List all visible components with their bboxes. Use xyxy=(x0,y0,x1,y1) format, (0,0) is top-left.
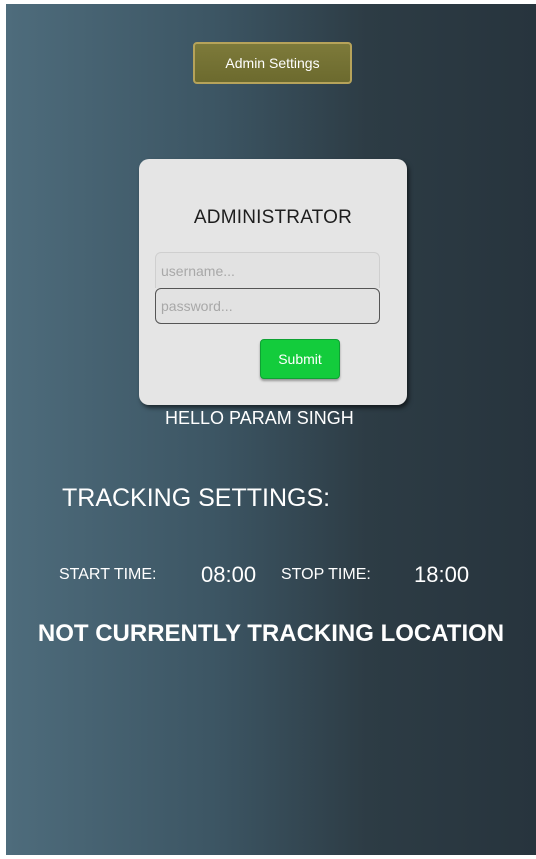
login-title: ADMINISTRATOR xyxy=(193,207,353,228)
admin-settings-button[interactable]: Admin Settings xyxy=(193,42,352,84)
stop-time-label: STOP TIME: xyxy=(281,566,371,583)
start-time-value[interactable]: 08:00 xyxy=(201,562,256,588)
greeting-text: HELLO PARAM SINGH xyxy=(165,408,354,428)
app-screen: Admin Settings ADMINISTRATOR Submit HELL… xyxy=(6,4,536,855)
username-input[interactable] xyxy=(155,252,380,288)
submit-button[interactable]: Submit xyxy=(260,339,340,379)
stop-time-value[interactable]: 18:00 xyxy=(414,562,469,588)
password-input[interactable] xyxy=(155,288,380,324)
tracking-status-text: NOT CURRENTLY TRACKING LOCATION xyxy=(37,620,505,647)
tracking-settings-title: TRACKING SETTINGS: xyxy=(62,484,331,512)
start-time-label: START TIME: xyxy=(59,566,157,583)
admin-login-card: ADMINISTRATOR Submit xyxy=(139,159,407,405)
